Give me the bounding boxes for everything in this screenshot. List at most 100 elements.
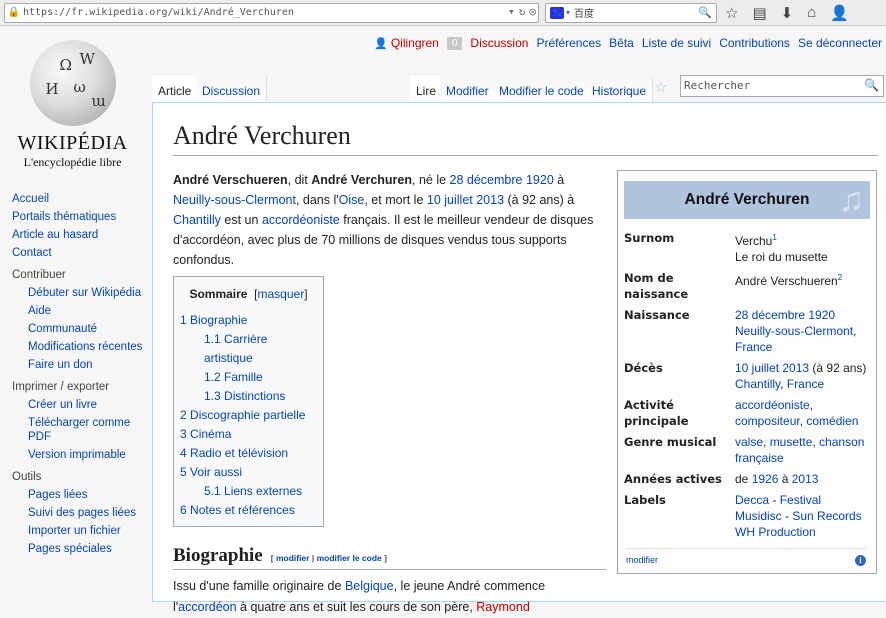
infobox-link-label[interactable]: Decca: [735, 493, 769, 507]
link-accordeoniste[interactable]: accordéoniste: [262, 213, 340, 227]
toc-item[interactable]: 5.1 Liens externes: [180, 482, 317, 501]
toc-item[interactable]: 1.3 Distinctions: [180, 387, 317, 406]
infobox-link-genre[interactable]: valse: [735, 435, 763, 449]
tab-edit[interactable]: Modifier: [440, 76, 496, 102]
watch-star-icon[interactable]: ☆: [654, 78, 667, 96]
search-engine-selector[interactable]: 🐾 ▾: [546, 6, 574, 19]
sidebar-item-upload[interactable]: Importer un fichier: [12, 524, 147, 538]
infobox-link-death-place[interactable]: Chantilly: [735, 377, 780, 391]
infobox-link-year[interactable]: 1926: [752, 472, 779, 486]
sidebar-item-portals[interactable]: Portails thématiques: [12, 210, 147, 224]
link-birth-date[interactable]: 28 décembre 1920: [450, 173, 554, 187]
reload-icon[interactable]: ↻: [519, 5, 526, 18]
link-chantilly[interactable]: Chantilly: [173, 213, 221, 227]
search-icon[interactable]: 🔍: [698, 6, 712, 19]
toc-item-link[interactable]: 4 Radio et télévision: [180, 446, 288, 460]
infobox-link-birth-country[interactable]: France: [735, 340, 772, 354]
sidebar-item-create-book[interactable]: Créer un livre: [12, 398, 147, 412]
toc-item-link[interactable]: 3 Cinéma: [180, 427, 231, 441]
infobox-link-label[interactable]: WH Production: [735, 525, 816, 539]
section-edit-source-link[interactable]: modifier le code: [317, 553, 382, 563]
wikipedia-logo[interactable]: Ω W И ω ա WIKIPÉDIA L'encyclopédie libre: [10, 40, 135, 170]
sidebar-heading-contribute[interactable]: Contribuer: [12, 269, 147, 281]
sidebar-item-special-pages[interactable]: Pages spéciales: [12, 542, 147, 556]
tab-history[interactable]: Historique: [586, 76, 654, 102]
infobox-link-year[interactable]: 2013: [792, 472, 819, 486]
search-input[interactable]: Rechercher 🔍: [680, 75, 884, 97]
contributions-link[interactable]: Contributions: [719, 36, 790, 50]
account-icon[interactable]: 👤: [830, 4, 849, 22]
bookmark-star-icon[interactable]: ☆: [725, 4, 738, 22]
infobox-link-activity[interactable]: comédien: [806, 414, 858, 428]
sidebar-item-contact[interactable]: Contact: [12, 246, 147, 260]
toc-item[interactable]: 1 Biographie: [180, 311, 317, 330]
url-bar[interactable]: 🔒 https://fr.wikipedia.org/wiki/André_Ve…: [4, 2, 539, 23]
username-link[interactable]: Qilingren: [391, 36, 439, 50]
link-birth-place[interactable]: Neuilly-sous-Clermont: [173, 193, 296, 207]
toc-item-link[interactable]: 5.1 Liens externes: [204, 484, 302, 498]
infobox-link-label[interactable]: Musidisc: [735, 509, 782, 523]
infobox-link-genre[interactable]: musette: [770, 435, 813, 449]
infobox-link-birth-date[interactable]: 28 décembre 1920: [735, 308, 835, 322]
infobox-edit-link[interactable]: modifier: [626, 555, 658, 565]
logout-link[interactable]: Se déconnecter: [798, 36, 882, 50]
infobox-link-death-date[interactable]: 10 juillet 2013: [735, 361, 809, 375]
beta-link[interactable]: Bêta: [609, 36, 634, 50]
link-belgique[interactable]: Belgique: [345, 579, 394, 593]
sidebar-item-random[interactable]: Article au hasard: [12, 228, 147, 242]
section-edit-link[interactable]: modifier: [276, 553, 310, 563]
tab-read[interactable]: Lire: [410, 76, 444, 102]
user-talk-link[interactable]: Discussion: [470, 36, 528, 50]
sidebar-item-home[interactable]: Accueil: [12, 192, 147, 206]
toc-hide-link[interactable]: masquer: [258, 287, 305, 301]
link-accordeon[interactable]: accordéon: [178, 600, 236, 614]
toc-item[interactable]: 4 Radio et télévision: [180, 444, 317, 463]
infobox-link-death-country[interactable]: France: [787, 377, 824, 391]
tab-discussion[interactable]: Discussion: [196, 76, 268, 102]
download-icon[interactable]: ⬇: [781, 4, 794, 22]
info-icon[interactable]: i: [855, 555, 866, 566]
toc-item[interactable]: 6 Notes et références: [180, 501, 317, 520]
link-oise[interactable]: Oise: [339, 193, 365, 207]
sidebar-item-what-links-here[interactable]: Pages liées: [12, 488, 147, 502]
toc-item[interactable]: 5 Voir aussi: [180, 463, 317, 482]
reading-list-icon[interactable]: ▤: [752, 4, 766, 22]
reference-link[interactable]: 2: [838, 273, 842, 282]
toc-item[interactable]: 1.1 Carrière artistique: [180, 330, 317, 368]
link-raymond[interactable]: Raymond: [476, 600, 530, 614]
sidebar-item-help[interactable]: Aide: [12, 304, 147, 318]
toc-item-link[interactable]: 6 Notes et références: [180, 503, 295, 517]
infobox-link-activity[interactable]: accordéoniste: [735, 398, 810, 412]
infobox-link-activity[interactable]: compositeur: [735, 414, 800, 428]
sidebar-heading-print[interactable]: Imprimer / exporter: [12, 381, 147, 393]
toc-item-link[interactable]: 1 Biographie: [180, 313, 247, 327]
sidebar-item-printable[interactable]: Version imprimable: [12, 448, 147, 462]
link-death-date[interactable]: 10 juillet 2013: [427, 193, 504, 207]
sidebar-item-related-changes[interactable]: Suivi des pages liées: [12, 506, 147, 520]
search-icon[interactable]: 🔍: [864, 78, 879, 92]
toc-item-link[interactable]: 5 Voir aussi: [180, 465, 242, 479]
infobox-link-label[interactable]: Festival: [780, 493, 821, 507]
sidebar-item-community[interactable]: Communauté: [12, 322, 147, 336]
notifications-badge[interactable]: 0: [446, 36, 463, 50]
preferences-link[interactable]: Préférences: [536, 36, 601, 50]
watchlist-link[interactable]: Liste de suivi: [642, 36, 711, 50]
sidebar-item-donate[interactable]: Faire un don: [12, 358, 147, 372]
toc-item-link[interactable]: 1.1 Carrière artistique: [204, 332, 267, 365]
toc-item-link[interactable]: 1.2 Famille: [204, 370, 263, 384]
toc-item-link[interactable]: 1.3 Distinctions: [204, 389, 285, 403]
dropdown-arrow-icon[interactable]: ▾: [508, 5, 515, 18]
tab-article[interactable]: Article: [152, 76, 199, 102]
sidebar-item-getting-started[interactable]: Débuter sur Wikipédia: [12, 286, 147, 300]
sidebar-item-download-pdf[interactable]: Télécharger comme PDF: [12, 416, 147, 444]
sidebar-heading-tools[interactable]: Outils: [12, 471, 147, 483]
toc-item[interactable]: 3 Cinéma: [180, 425, 317, 444]
home-icon[interactable]: ⌂: [807, 4, 816, 22]
tab-edit-source[interactable]: Modifier le code: [493, 76, 591, 102]
toc-item-link[interactable]: 2 Discographie partielle: [180, 408, 305, 422]
infobox-link-label[interactable]: Sun Records: [792, 509, 861, 523]
toc-item[interactable]: 1.2 Famille: [180, 368, 317, 387]
sidebar-item-recent-changes[interactable]: Modifications récentes: [12, 340, 147, 354]
reference-link[interactable]: 1: [772, 233, 776, 242]
browser-search-bar[interactable]: 🐾 ▾ 百度 🔍: [545, 2, 717, 23]
